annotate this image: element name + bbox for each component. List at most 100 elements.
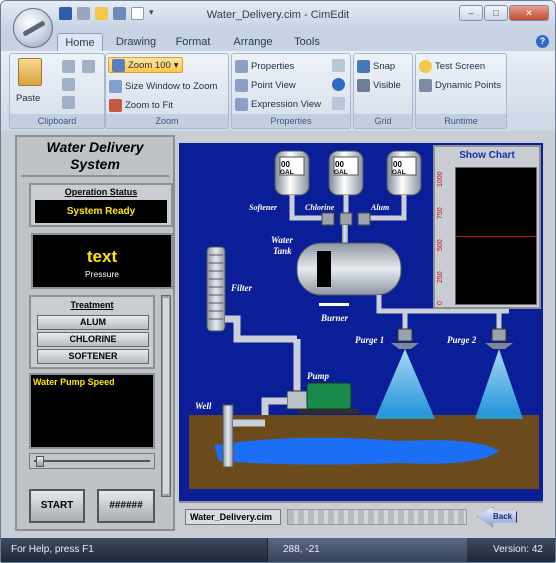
properties-button[interactable]: Properties [235,58,294,74]
softener-button[interactable]: SOFTENER [37,349,149,364]
footer-progress [287,509,467,525]
valve-chlorine[interactable] [339,212,353,226]
back-button-label[interactable]: Back [493,512,512,521]
runtime-group-label: Runtime [416,114,506,128]
valve-softener[interactable] [321,212,335,226]
window-icon[interactable] [332,59,345,72]
operation-status-value: System Ready [35,200,167,223]
visible-button[interactable]: Visible [357,77,401,93]
filter-label: Filter [230,283,252,293]
snap-icon [357,59,370,73]
well-label: Well [195,401,212,411]
operation-status-box: Operation Status System Ready [29,183,173,227]
purge-risers [402,311,502,329]
tab-home[interactable]: Home [57,33,103,51]
purge-1-spray [375,349,435,419]
layout-icon[interactable] [332,97,345,110]
tab-format[interactable]: Format [171,33,215,51]
operation-status-label: Operation Status [64,187,138,197]
point-view-button[interactable]: Point View [235,77,296,93]
burner-element[interactable] [319,303,349,306]
minimize-button[interactable]: – [459,5,483,21]
slider-thumb[interactable] [36,456,44,467]
tick-0: 0 [437,301,444,305]
expression-view-button[interactable]: Expression View [235,96,321,112]
undo-small-icon[interactable] [62,96,75,109]
dynamic-points-button[interactable]: Dynamic Points [419,77,501,93]
paste-button[interactable]: Paste [16,90,40,106]
chart-area [455,167,537,305]
paste-icon[interactable] [18,58,42,86]
app-window: ▾ Water_Delivery.cim - CimEdit – □ ✕ Hom… [0,0,556,563]
status-bar: For Help, press F1 288, -21 Version: 42 [1,538,555,562]
expression-view-icon [235,97,248,111]
dynamic-points-icon [419,78,432,92]
runtime-group: Test Screen Dynamic Points Runtime [415,53,507,129]
water-pump-speed-panel: Water Pump Speed [29,373,155,449]
scrollbar-thumb[interactable] [163,298,169,494]
tab-tools[interactable]: Tools [287,33,327,51]
zoom-fit-icon [109,98,122,112]
canvas-area: Water Delivery System Operation Status S… [1,131,555,538]
tab-arrange[interactable]: Arrange [229,33,277,51]
tick-250: 250 [437,271,444,283]
water-tank[interactable] [296,242,402,296]
panel-title: Water Delivery System [21,139,169,177]
size-window-to-zoom-button[interactable]: Size Window to Zoom [109,78,217,94]
slider-track [34,460,150,462]
copy-icon[interactable] [62,78,75,91]
zoom-100-button[interactable]: Zoom 100 ▾ [108,57,183,73]
properties-group-label: Properties [232,114,350,128]
grid-visible-icon [357,78,370,92]
zoom-group: Zoom 100 ▾ Size Window to Zoom Zoom to F… [105,53,229,129]
pump-speed-slider[interactable] [29,453,155,469]
panel-scrollbar[interactable] [161,295,171,497]
zoom-to-fit-button[interactable]: Zoom to Fit [109,97,173,113]
properties-icon [235,59,248,73]
help-icon[interactable]: ? [536,35,549,48]
status-help: For Help, press F1 [11,544,94,555]
start-button[interactable]: START [29,489,85,523]
clipboard-group-label: Clipboard [10,114,104,128]
show-chart-button[interactable]: Show Chart [435,150,539,161]
filter[interactable] [206,246,226,332]
tick-750: 750 [437,207,444,219]
purge-1-nozzle[interactable] [391,328,419,349]
valve-alum[interactable] [357,212,371,226]
grid-group: Snap Visible Grid [353,53,413,129]
hash-button[interactable]: ###### [97,489,155,523]
maximize-button[interactable]: □ [484,5,508,21]
purge-2-label: Purge 2 [447,335,477,345]
chlorine-label: Chlorine [305,203,335,212]
properties-group: Properties Point View Expression View Pr… [231,53,351,129]
control-panel: Water Delivery System Operation Status S… [15,135,175,531]
snap-button[interactable]: Snap [357,58,395,74]
well-casing[interactable] [222,404,234,468]
alum-tank-unit: GAL [392,169,406,176]
burner-label: Burner [320,313,349,323]
pressure-value: text [86,247,118,266]
tank-label: Tank [273,246,292,256]
return-pipe [225,315,297,343]
pressure-display: text Pressure [31,233,173,289]
ribbon: Paste Clipboard Zoom 100 ▾ Size Window t… [1,51,555,131]
treatment-box: Treatment ALUM CHLORINE SOFTENER [29,295,155,369]
scene-footer: Water_Delivery.cim Back [179,501,543,531]
softener-tank-unit: GAL [280,169,294,176]
cut-icon[interactable] [62,60,75,73]
chlorine-tank-unit: GAL [334,169,348,176]
chlorine-button[interactable]: CHLORINE [37,332,149,347]
tank-level-indicator [317,251,331,287]
alum-button[interactable]: ALUM [37,315,149,330]
redo-icon[interactable] [82,60,95,73]
tick-500: 500 [437,239,444,251]
purge-1-label: Purge 1 [355,335,384,345]
tab-drawing[interactable]: Drawing [111,33,161,51]
close-button[interactable]: ✕ [509,5,549,21]
info-icon[interactable] [332,78,345,91]
test-screen-button[interactable]: Test Screen [419,58,485,74]
app-menu-button[interactable] [13,8,53,48]
purge-2-nozzle[interactable] [485,328,513,349]
water-label: Water [271,235,293,245]
underground-water [214,437,499,465]
